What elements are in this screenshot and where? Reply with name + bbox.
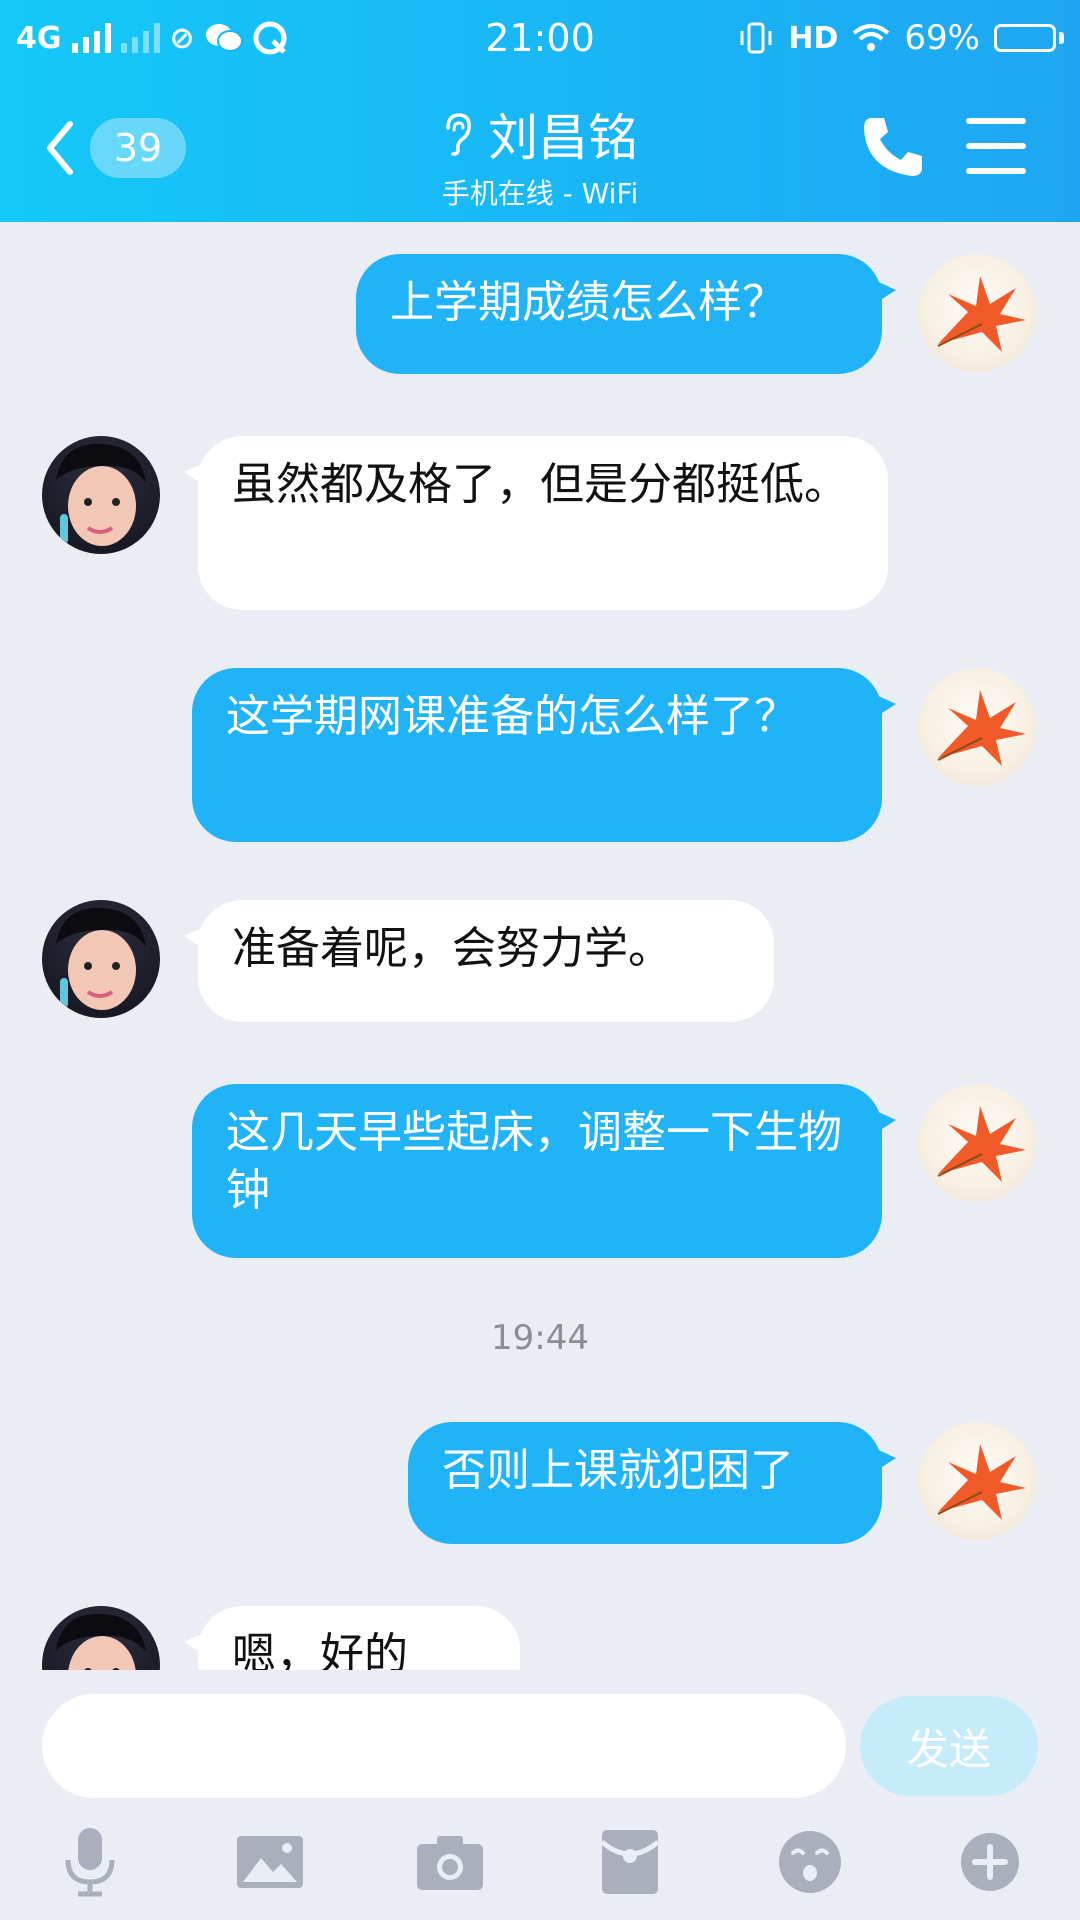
maple-leaf-icon (937, 276, 1026, 352)
message-timestamp: 19:44 (491, 1318, 589, 1358)
my-avatar[interactable] (918, 254, 1036, 372)
input-bar: 发送 (0, 1670, 1080, 1920)
status-bar-right: HD 69% (738, 16, 1064, 60)
person-photo-icon (56, 1613, 146, 1670)
maple-leaf-icon (937, 690, 1026, 766)
plus-icon (961, 1833, 1019, 1891)
camera-icon (417, 1836, 483, 1890)
message-input[interactable] (42, 1694, 846, 1798)
photo-button[interactable] (228, 1820, 312, 1904)
network-type: 4G (16, 20, 62, 56)
signal-secondary-icon (120, 23, 160, 53)
emoji-button[interactable] (768, 1820, 852, 1904)
my-avatar[interactable] (918, 1084, 1036, 1202)
person-photo-icon (56, 443, 146, 546)
red-packet-button[interactable] (588, 1820, 672, 1904)
maple-leaf-icon (937, 1444, 1026, 1520)
ear-icon (446, 113, 471, 156)
qq-browser-icon (253, 21, 287, 55)
hd-indicator: HD (788, 20, 839, 56)
chat-header: 4G ⊘ 21:00 HD 69% 39 刘昌铭 手机在线 - WiFi (0, 0, 1080, 222)
menu-icon (966, 118, 1026, 124)
outgoing-message[interactable]: 上学期成绩怎么样？ (356, 254, 896, 374)
battery-icon (994, 24, 1064, 52)
contact-avatar[interactable] (42, 900, 160, 1018)
voice-button[interactable] (48, 1820, 132, 1904)
contact-name: 刘昌铭 (488, 109, 638, 167)
menu-button[interactable] (966, 118, 1026, 174)
person-photo-icon (56, 907, 146, 1010)
wechat-icon (205, 24, 243, 52)
battery-percent: 69% (904, 18, 980, 58)
no-sim-icon: ⊘ (169, 20, 195, 56)
maple-leaf-icon (937, 1106, 1026, 1182)
message-list[interactable]: 上学期成绩怎么样？ 虽然都及格了，但是分都挺低。 这学期网课准备的怎么样了？ 准… (0, 222, 1080, 1670)
signal-strength-icon (71, 23, 111, 53)
back-button[interactable]: 39 (44, 110, 204, 186)
emoji-icon (779, 1831, 841, 1893)
outgoing-message[interactable]: 这学期网课准备的怎么样了？ (192, 668, 896, 842)
my-avatar[interactable] (918, 668, 1036, 786)
vibrate-icon (740, 22, 772, 54)
red-packet-icon (600, 1830, 660, 1894)
outgoing-message[interactable]: 这几天早些起床，调整一下生物钟 (192, 1084, 896, 1258)
unread-count-badge: 39 (90, 118, 186, 178)
send-button[interactable]: 发送 (860, 1696, 1038, 1796)
microphone-icon (65, 1828, 115, 1897)
incoming-message[interactable]: 虽然都及格了，但是分都挺低。 (184, 436, 888, 610)
outgoing-message[interactable]: 否则上课就犯困了 (408, 1422, 896, 1544)
contact-avatar[interactable] (42, 1606, 160, 1670)
incoming-message[interactable]: 嗯，好的 (184, 1606, 520, 1670)
more-button[interactable] (948, 1820, 1032, 1904)
status-bar-left: 4G ⊘ (16, 16, 287, 60)
camera-button[interactable] (408, 1820, 492, 1904)
incoming-message[interactable]: 准备着呢，会努力学。 (184, 900, 774, 1022)
image-icon (237, 1836, 303, 1888)
contact-avatar[interactable] (42, 436, 160, 554)
wifi-icon (853, 24, 890, 51)
phone-icon (864, 118, 922, 176)
chevron-left-icon (47, 121, 73, 175)
voice-call-button[interactable] (858, 112, 928, 182)
my-avatar[interactable] (918, 1422, 1036, 1540)
